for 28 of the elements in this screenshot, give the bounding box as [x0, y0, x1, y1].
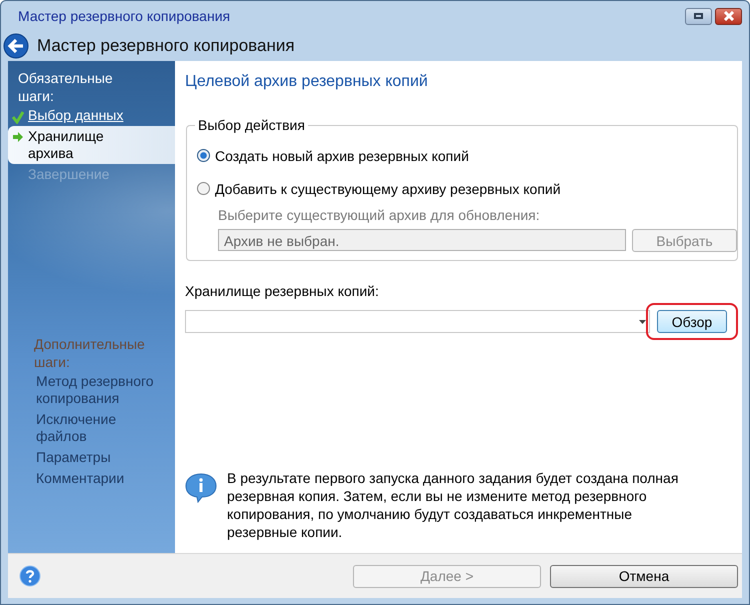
section-title: Обязательные шаги:	[17, 69, 114, 105]
radio-option[interactable]: Добавить к существующему архиву резервных копий	[197, 172, 737, 205]
check-icon	[12, 110, 24, 124]
wizard-button[interactable]: Отмена	[550, 564, 738, 588]
step-item[interactable]: Выбор данных	[8, 105, 175, 126]
arrow-icon	[12, 131, 24, 143]
help-icon[interactable]	[19, 565, 41, 587]
step-item: Комментарии	[35, 469, 126, 488]
wizard-title: Мастер резервного копирования	[37, 36, 295, 56]
page-title: Целевой архив резервных копий	[185, 72, 429, 91]
section-title: Дополнительные шаги:	[33, 335, 146, 371]
info-icon	[185, 473, 217, 503]
field-label: Выберите существующий архив для обновления:	[218, 207, 540, 223]
field-label: Хранилище резервных копий:	[185, 283, 380, 299]
close-icon	[722, 11, 736, 21]
radio-option[interactable]: Создать новый архив резервных копий	[197, 139, 737, 172]
step-item: Параметры	[35, 448, 112, 467]
window-title: Мастер резервного копирования	[17, 8, 230, 24]
maximize-button[interactable]	[685, 8, 712, 24]
close-button[interactable]	[715, 8, 742, 24]
dropdown-caret-icon	[639, 320, 646, 324]
step-item: Хранилище архива	[8, 126, 175, 164]
info-text: В результате первого запуска данного задания будет создана полная резервная копия. Затем, если вы не измените метод резервного копирования, по умолчанию будут создаваться инкрементные резервные копии.	[227, 469, 680, 541]
group-legend: Выбор действия	[195, 117, 308, 133]
step-item: Исключение файлов	[35, 410, 118, 446]
browse-button[interactable]: Обзор	[657, 310, 727, 333]
step-item: Завершение	[27, 165, 110, 184]
step-item: Метод резервного копирования	[35, 372, 155, 408]
